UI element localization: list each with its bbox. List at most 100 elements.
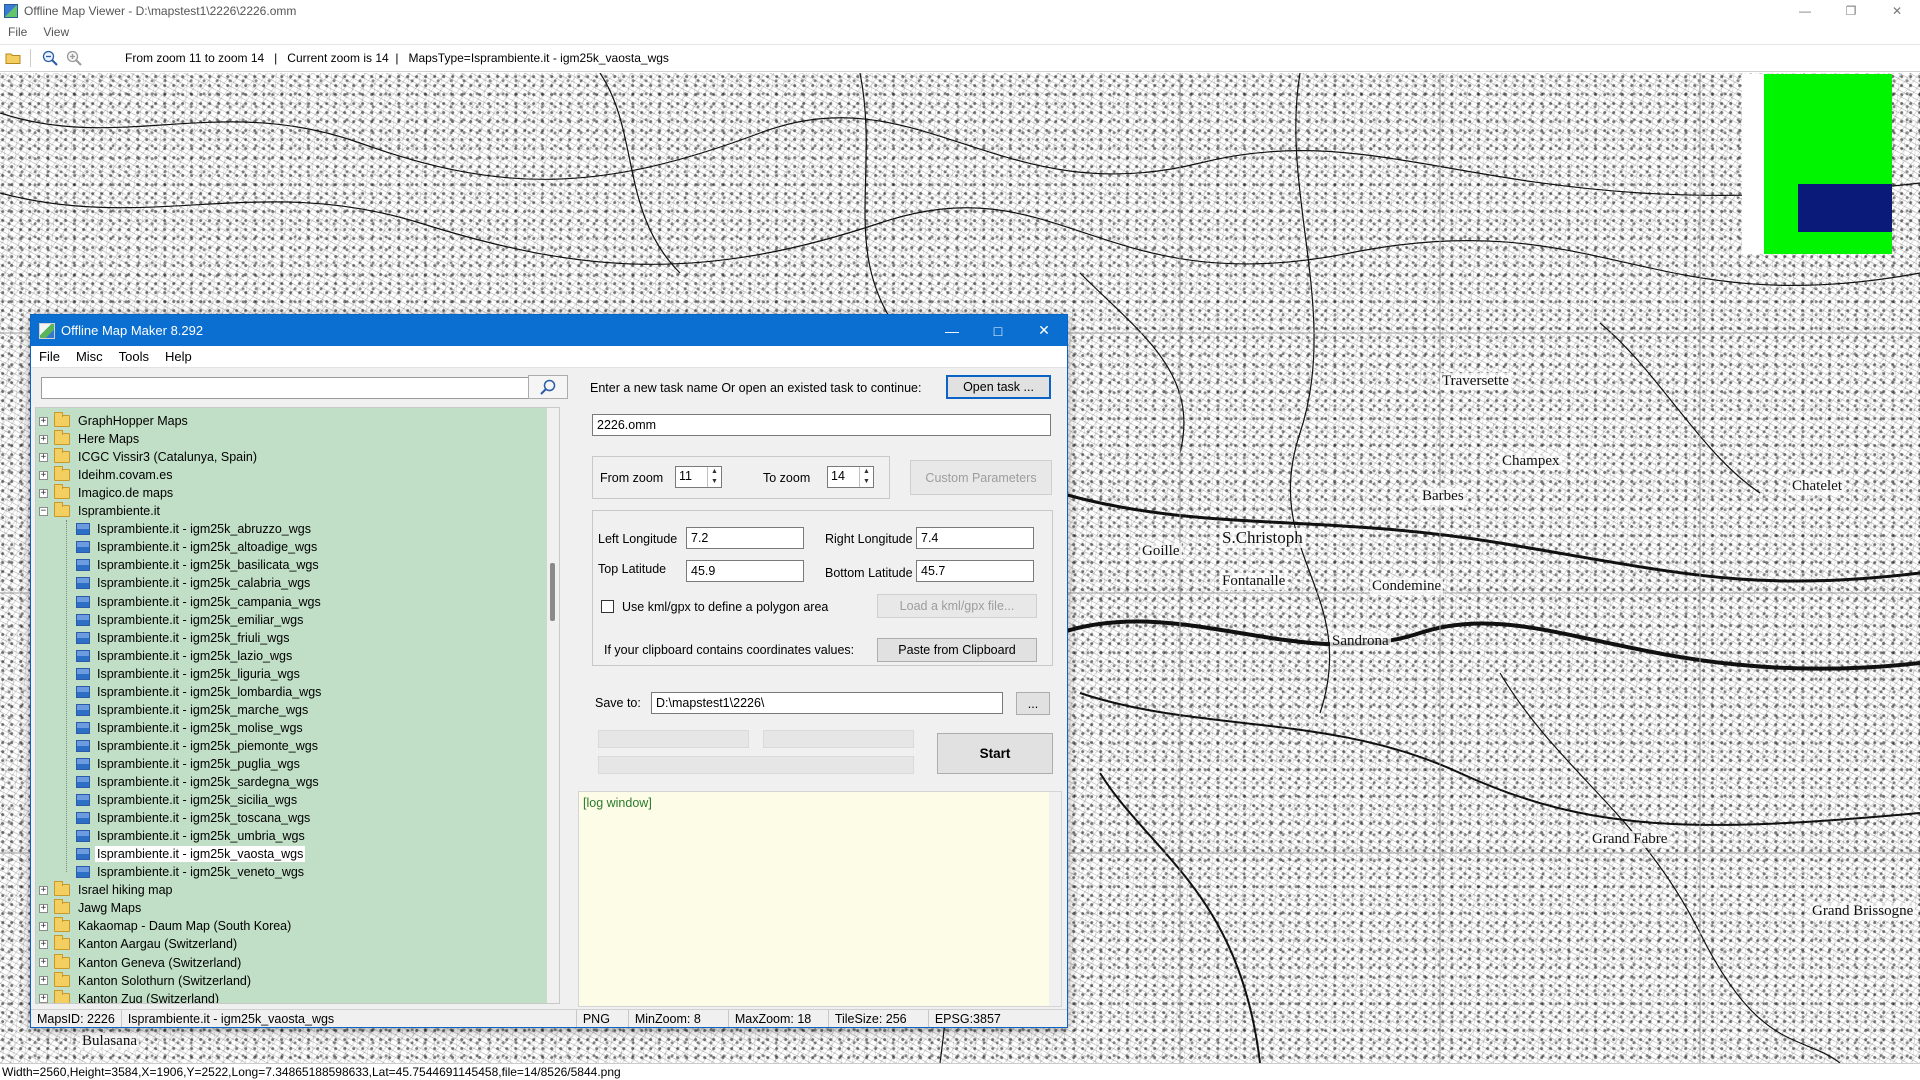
top-latitude-field[interactable]: 45.9 — [686, 560, 804, 582]
chevron-down-icon[interactable]: ▼ — [860, 477, 873, 487]
map-label: Fontanalle — [1220, 573, 1288, 590]
map-label: Champex — [1500, 453, 1562, 470]
tree-map-item[interactable]: Isprambiente.it - igm25k_toscana_wgs — [76, 809, 312, 827]
tree-map-item[interactable]: Isprambiente.it - igm25k_veneto_wgs — [76, 863, 306, 881]
tree-folder-item[interactable]: + Kanton Solothurn (Switzerland) — [36, 971, 253, 990]
open-task-button[interactable]: Open task ... — [946, 375, 1051, 399]
search-button[interactable] — [528, 375, 568, 399]
expand-icon[interactable]: + — [39, 470, 48, 480]
collapse-icon[interactable]: − — [39, 506, 48, 516]
tree-folder-item[interactable]: + Kanton Zug (Switzerland) — [36, 989, 221, 1003]
tree-folder-item[interactable]: + Jawg Maps — [36, 899, 143, 917]
browse-button[interactable]: ... — [1016, 692, 1050, 715]
map-source-tree[interactable]: + GraphHopper Maps + Here Maps + ICGC Vissir3… — [35, 407, 560, 1004]
close-icon[interactable]: ✕ — [1874, 0, 1920, 22]
tree-map-item[interactable]: Isprambiente.it - igm25k_calabria_wgs — [76, 574, 312, 592]
tree-folder-item[interactable]: + Kanton Geneva (Switzerland) — [36, 953, 243, 972]
tree-map-item[interactable]: Isprambiente.it - igm25k_vaosta_wgs — [76, 845, 306, 863]
expand-icon[interactable]: + — [39, 976, 48, 986]
left-longitude-field[interactable]: 7.2 — [686, 527, 804, 549]
zoom-in-icon[interactable] — [63, 47, 85, 69]
menu-tools[interactable]: Tools — [111, 349, 157, 364]
expand-icon[interactable]: + — [39, 416, 48, 426]
tree-map-item[interactable]: Isprambiente.it - igm25k_emiliar_wgs — [76, 611, 305, 629]
tree-map-item[interactable]: Isprambiente.it - igm25k_liguria_wgs — [76, 665, 302, 683]
custom-parameters-button[interactable]: Custom Parameters — [910, 460, 1052, 495]
minimize-icon[interactable]: — — [929, 315, 975, 346]
log-scrollbar[interactable] — [1049, 792, 1061, 1006]
paste-clipboard-button[interactable]: Paste from Clipboard — [877, 638, 1037, 662]
chevron-up-icon[interactable]: ▲ — [860, 467, 873, 477]
tree-map-item[interactable]: Isprambiente.it - igm25k_campania_wgs — [76, 593, 323, 611]
menu-file[interactable]: File — [31, 349, 68, 364]
tree-map-item[interactable]: Isprambiente.it - igm25k_sicilia_wgs — [76, 791, 299, 809]
dialog-window-controls: — □ ✕ — [929, 315, 1067, 346]
overview-minimap[interactable] — [1742, 74, 1892, 254]
expand-icon[interactable]: + — [39, 903, 48, 913]
tree-map-item[interactable]: Isprambiente.it - igm25k_altoadige_wgs — [76, 538, 319, 556]
menu-file[interactable]: File — [0, 25, 35, 39]
tree-folder-item[interactable]: + Ideihm.covam.es — [36, 466, 174, 484]
to-zoom-stepper[interactable]: 14 ▲ ▼ — [827, 466, 874, 488]
save-path-field[interactable]: D:\mapstest1\2226\ — [651, 692, 1003, 714]
folder-icon — [54, 971, 70, 987]
menu-help[interactable]: Help — [157, 349, 200, 364]
map-search-input[interactable] — [41, 377, 535, 399]
expand-icon[interactable]: + — [39, 921, 48, 931]
tree-folder-item[interactable]: + Kakaomap - Daum Map (South Korea) — [36, 917, 293, 935]
close-icon[interactable]: ✕ — [1021, 315, 1067, 346]
menu-misc[interactable]: Misc — [68, 349, 111, 364]
scrollbar-thumb[interactable] — [550, 563, 555, 621]
maximize-icon[interactable]: □ — [975, 315, 1021, 346]
tree-map-item[interactable]: Isprambiente.it - igm25k_piemonte_wgs — [76, 737, 320, 755]
stepper-arrows[interactable]: ▲ ▼ — [859, 467, 873, 487]
menu-view[interactable]: View — [35, 25, 77, 39]
tree-item-label: Jawg Maps — [78, 901, 142, 916]
folder-icon — [54, 502, 70, 518]
tree-map-item[interactable]: Isprambiente.it - igm25k_molise_wgs — [76, 719, 305, 737]
bottom-latitude-field[interactable]: 45.7 — [916, 560, 1034, 582]
tree-map-item[interactable]: Isprambiente.it - igm25k_puglia_wgs — [76, 755, 302, 773]
overview-viewport[interactable] — [1798, 184, 1892, 232]
tree-folder-item[interactable]: − Isprambiente.it — [36, 502, 162, 520]
expand-icon[interactable]: + — [39, 488, 48, 498]
tree-folder-item[interactable]: + Kanton Aargau (Switzerland) — [36, 935, 239, 953]
tree-map-item[interactable]: Isprambiente.it - igm25k_friuli_wgs — [76, 629, 291, 647]
expand-icon[interactable]: + — [39, 434, 48, 444]
load-kml-button[interactable]: Load a kml/gpx file... — [877, 594, 1037, 618]
tree-folder-item[interactable]: + Imagico.de maps — [36, 484, 175, 502]
expand-icon[interactable]: + — [39, 885, 48, 895]
expand-icon[interactable]: + — [39, 939, 48, 949]
tree-folder-item[interactable]: + Israel hiking map — [36, 881, 175, 899]
open-folder-icon[interactable] — [2, 47, 24, 69]
use-kml-checkbox[interactable] — [601, 600, 614, 613]
task-name-field[interactable]: 2226.omm — [592, 414, 1051, 436]
tree-map-item[interactable]: Isprambiente.it - igm25k_basilicata_wgs — [76, 556, 321, 574]
right-longitude-field[interactable]: 7.4 — [916, 527, 1034, 549]
tree-map-item[interactable]: Isprambiente.it - igm25k_lombardia_wgs — [76, 683, 323, 701]
tree-map-item[interactable]: Isprambiente.it - igm25k_lazio_wgs — [76, 647, 294, 665]
tree-folder-item[interactable]: + Here Maps — [36, 430, 141, 448]
expand-icon[interactable]: + — [39, 958, 48, 967]
tree-map-item[interactable]: Isprambiente.it - igm25k_abruzzo_wgs — [76, 520, 313, 538]
log-window[interactable]: [log window] — [578, 791, 1062, 1007]
minimize-icon[interactable]: — — [1782, 0, 1828, 22]
chevron-up-icon[interactable]: ▲ — [708, 467, 721, 477]
stepper-arrows[interactable]: ▲ ▼ — [707, 467, 721, 487]
search-icon — [540, 379, 556, 395]
tree-map-item[interactable]: Isprambiente.it - igm25k_umbria_wgs — [76, 827, 307, 845]
zoom-out-icon[interactable] — [39, 47, 61, 69]
expand-icon[interactable]: + — [39, 452, 48, 462]
expand-icon[interactable]: + — [39, 994, 48, 1003]
tree-map-item[interactable]: Isprambiente.it - igm25k_marche_wgs — [76, 701, 310, 719]
clipboard-label: If your clipboard contains coordinates v… — [604, 643, 855, 657]
restore-icon[interactable]: ❐ — [1828, 0, 1874, 22]
tree-scrollbar[interactable] — [547, 408, 559, 1003]
folder-icon — [54, 989, 70, 1003]
tree-folder-item[interactable]: + ICGC Vissir3 (Catalunya, Spain) — [36, 448, 259, 466]
chevron-down-icon[interactable]: ▼ — [708, 477, 721, 487]
from-zoom-stepper[interactable]: 11 ▲ ▼ — [675, 466, 722, 488]
tree-map-item[interactable]: Isprambiente.it - igm25k_sardegna_wgs — [76, 773, 321, 791]
start-button[interactable]: Start — [937, 733, 1053, 774]
tree-folder-item[interactable]: + GraphHopper Maps — [36, 412, 190, 430]
